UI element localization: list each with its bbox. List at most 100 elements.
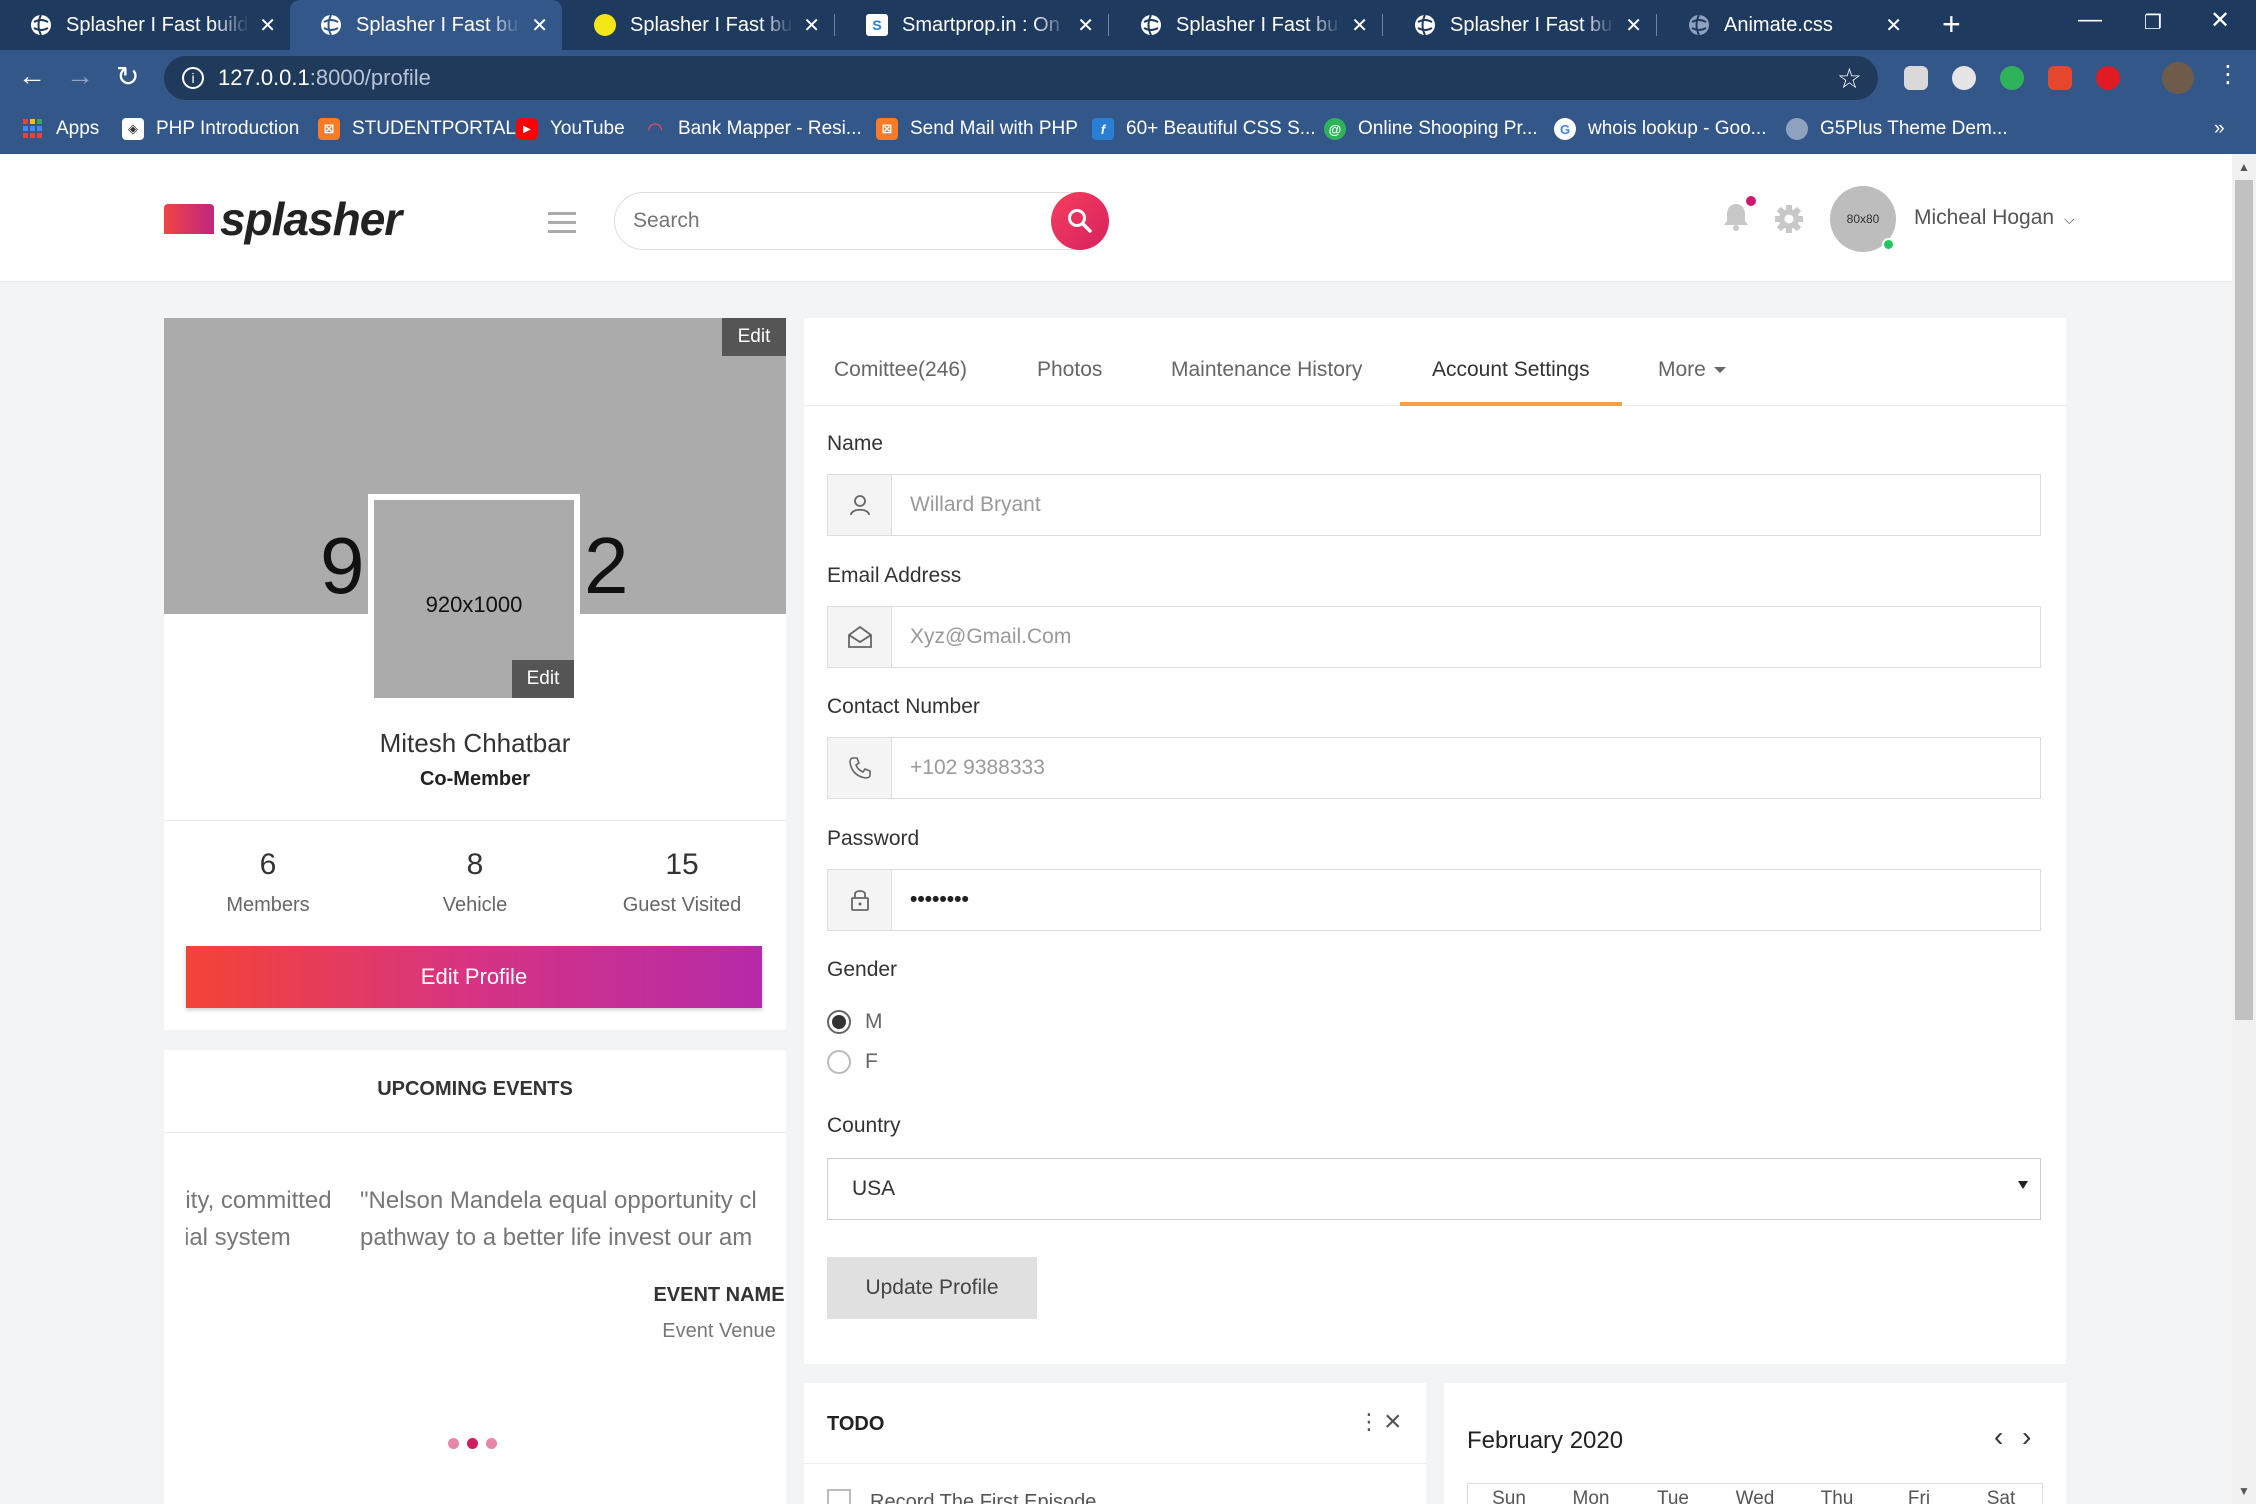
tab-account-settings[interactable]: Account Settings bbox=[1432, 358, 1590, 382]
edit-profile-button[interactable]: Edit Profile bbox=[186, 946, 762, 1008]
site-info-icon[interactable]: i bbox=[182, 67, 204, 89]
name-label: Name bbox=[827, 432, 884, 455]
browser-tab-7[interactable]: Animate.css ✕ bbox=[1658, 0, 1916, 50]
browser-tab-1[interactable]: Splasher I Fast build Admin Template ✕ bbox=[0, 0, 290, 50]
address-bar[interactable]: i 127.0.0.1:8000/profile ☆ bbox=[164, 56, 1878, 100]
extension-red-icon[interactable] bbox=[2048, 66, 2072, 90]
tab-comittee[interactable]: Comittee(246) bbox=[834, 358, 967, 382]
browser-tab-2[interactable]: Splasher I Fast build Admin Template ✕ bbox=[290, 0, 562, 50]
bookmark-star-icon[interactable]: ☆ bbox=[1837, 62, 1862, 95]
close-icon[interactable]: × bbox=[1384, 1405, 1402, 1439]
extension-cube-icon[interactable] bbox=[1904, 66, 1928, 90]
bookmark-bank-mapper[interactable]: ◠ Bank Mapper - Resi... bbox=[644, 118, 862, 140]
extension-stop-icon[interactable] bbox=[2096, 66, 2120, 90]
extension-gauge-icon[interactable] bbox=[1952, 66, 1976, 90]
bookmark-g5plus[interactable]: G5Plus Theme Dem... bbox=[1786, 118, 2008, 140]
scroll-up-arrow-icon[interactable]: ▲ bbox=[2238, 160, 2250, 174]
bookmark-label: Send Mail with PHP bbox=[910, 118, 1078, 139]
stat-label: Guest Visited bbox=[622, 894, 742, 916]
browser-tab-5[interactable]: Splasher I Fast build Admin Template ✕ bbox=[1110, 0, 1382, 50]
name-input[interactable] bbox=[892, 475, 2040, 535]
scrollbar-thumb[interactable] bbox=[2235, 180, 2253, 1020]
radio-button-checked[interactable] bbox=[827, 1010, 851, 1034]
close-window-icon[interactable]: ✕ bbox=[2210, 6, 2230, 35]
password-input[interactable] bbox=[892, 870, 2040, 930]
hamburger-menu-icon[interactable] bbox=[548, 212, 576, 239]
stat-vehicle: 8 Vehicle bbox=[375, 848, 575, 917]
notification-badge bbox=[1746, 196, 1756, 206]
close-tab-icon[interactable]: ✕ bbox=[531, 13, 548, 38]
extension-green-icon[interactable] bbox=[2000, 66, 2024, 90]
close-tab-icon[interactable]: ✕ bbox=[1625, 13, 1642, 38]
weekday-label: Mon bbox=[1572, 1488, 1610, 1504]
todo-checkbox[interactable] bbox=[827, 1489, 851, 1504]
bookmark-send-mail[interactable]: ⊠ Send Mail with PHP bbox=[876, 118, 1078, 140]
bookmark-whois[interactable]: G whois lookup - Goo... bbox=[1554, 118, 1766, 140]
splasher-logo[interactable]: splasher bbox=[164, 192, 402, 246]
browser-tab-title: Splasher I Fast build Admin Template bbox=[630, 13, 793, 36]
tab-separator bbox=[1656, 14, 1657, 36]
bookmark-apps[interactable]: Apps bbox=[22, 118, 99, 140]
calendar-weekday-header: Sun Mon Tue Wed Thu Fri Sat bbox=[1467, 1483, 2043, 1504]
close-tab-icon[interactable]: ✕ bbox=[1885, 13, 1902, 38]
more-options-icon[interactable]: ⋮ bbox=[1358, 1409, 1380, 1435]
email-input[interactable] bbox=[892, 607, 2040, 667]
notification-bell-icon[interactable] bbox=[1722, 202, 1750, 237]
chevron-down-icon: ⌵ bbox=[2063, 211, 2075, 227]
reload-icon[interactable]: ↻ bbox=[116, 60, 139, 93]
carousel-dot[interactable] bbox=[486, 1438, 497, 1449]
search-button[interactable] bbox=[1051, 192, 1109, 250]
tab-photos[interactable]: Photos bbox=[1037, 358, 1102, 382]
browser-tab-6[interactable]: Splasher I Fast build Admin Template ✕ bbox=[1384, 0, 1656, 50]
quote-line: pathway to a better life invest our am bbox=[360, 1224, 753, 1251]
bookmark-css[interactable]: f 60+ Beautiful CSS S... bbox=[1092, 118, 1316, 140]
restore-window-icon[interactable]: ❐ bbox=[2144, 10, 2162, 35]
back-arrow-icon[interactable]: ← bbox=[18, 60, 46, 92]
country-select[interactable]: USA bbox=[827, 1158, 2041, 1220]
stat-value: 8 bbox=[466, 848, 484, 881]
bookmark-php-introduction[interactable]: ◈ PHP Introduction bbox=[122, 118, 299, 140]
search-input[interactable] bbox=[615, 193, 1015, 249]
user-menu[interactable]: Micheal Hogan ⌵ bbox=[1914, 206, 2075, 230]
update-profile-button[interactable]: Update Profile bbox=[827, 1257, 1037, 1319]
chevron-left-icon[interactable]: ‹ bbox=[1994, 1421, 2003, 1453]
active-tab-indicator bbox=[1400, 402, 1622, 406]
gender-radio-m[interactable]: M bbox=[827, 1010, 883, 1034]
bookmark-label: STUDENTPORTAL bbox=[352, 118, 516, 139]
minimize-window-icon[interactable]: — bbox=[2078, 6, 2102, 34]
browser-tab-title: Animate.css bbox=[1724, 13, 1833, 36]
chevron-right-icon[interactable]: › bbox=[2022, 1421, 2031, 1453]
close-tab-icon[interactable]: ✕ bbox=[1077, 13, 1094, 38]
events-carousel[interactable]: nity, committed cial system "Nelson Mand… bbox=[186, 1182, 764, 1262]
close-tab-icon[interactable]: ✕ bbox=[1351, 13, 1368, 38]
gender-radio-f[interactable]: F bbox=[827, 1050, 878, 1074]
cover-edit-button[interactable]: Edit bbox=[722, 318, 786, 356]
carousel-dot-active[interactable] bbox=[467, 1438, 478, 1449]
email-field bbox=[827, 606, 2041, 668]
more-bookmarks-button[interactable]: » bbox=[2214, 118, 2225, 140]
bookmark-studentportal[interactable]: ⊠ STUDENTPORTAL bbox=[318, 118, 516, 140]
close-tab-icon[interactable]: ✕ bbox=[803, 13, 820, 38]
close-tab-icon[interactable]: ✕ bbox=[259, 13, 276, 38]
photo-placeholder-text: 920x1000 bbox=[425, 592, 523, 617]
profile-avatar-icon[interactable] bbox=[2162, 62, 2194, 94]
browser-menu-icon[interactable]: ⋮ bbox=[2216, 60, 2240, 89]
tab-more[interactable]: More bbox=[1658, 358, 1726, 382]
gear-icon[interactable] bbox=[1774, 204, 1804, 239]
photo-edit-button[interactable]: Edit bbox=[512, 660, 574, 698]
browser-tab-4[interactable]: S Smartprop.in : On Demand ✕ bbox=[836, 0, 1108, 50]
tab-maintenance-history[interactable]: Maintenance History bbox=[1171, 358, 1362, 382]
stat-label: Members bbox=[226, 894, 310, 916]
new-tab-button[interactable]: + bbox=[1942, 8, 1961, 40]
scroll-down-arrow-icon[interactable]: ▼ bbox=[2238, 1484, 2250, 1498]
carousel-dot[interactable] bbox=[448, 1438, 459, 1449]
bookmark-label: YouTube bbox=[550, 118, 625, 139]
forward-arrow-icon[interactable]: → bbox=[66, 60, 94, 92]
bookmark-online-shopping[interactable]: @ Online Shooping Pr... bbox=[1324, 118, 1538, 140]
page-scrollbar[interactable]: ▲ ▼ bbox=[2232, 154, 2256, 1504]
bookmark-youtube[interactable]: ▶ YouTube bbox=[516, 118, 625, 140]
weekday-label: Thu bbox=[1820, 1488, 1854, 1504]
browser-tab-3[interactable]: Splasher I Fast build Admin Template ✕ bbox=[564, 0, 834, 50]
radio-button[interactable] bbox=[827, 1050, 851, 1074]
contact-input[interactable] bbox=[892, 738, 2040, 798]
